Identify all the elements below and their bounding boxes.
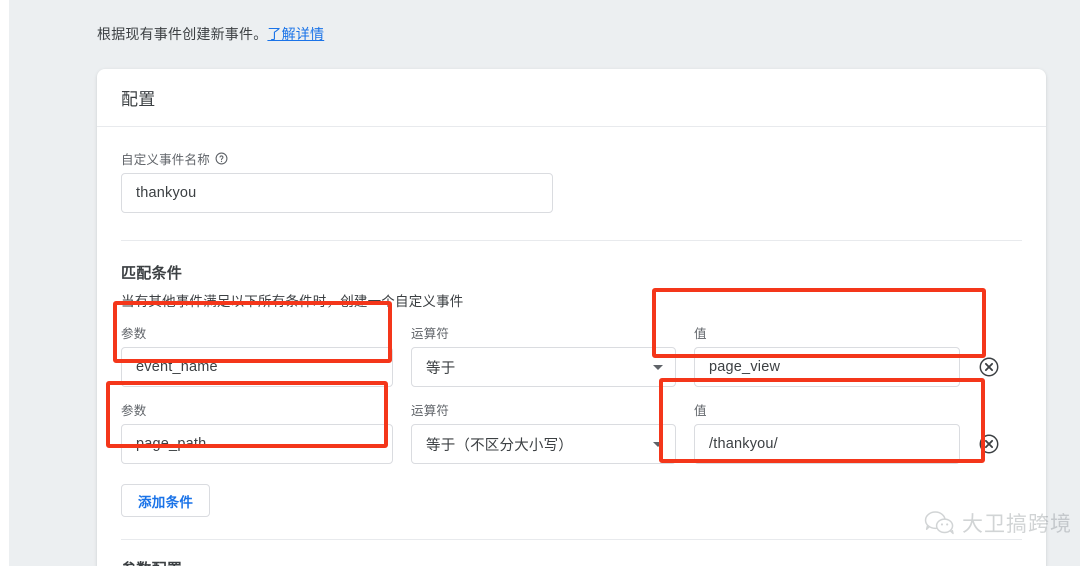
value-label: 值 <box>694 327 707 341</box>
section-divider <box>121 240 1022 241</box>
match-conditions-description: 当有其他事件满足以下所有条件时，创建一个自定义事件 <box>121 294 464 309</box>
parameter-input[interactable]: page_path <box>121 424 393 464</box>
parameter-label: 参数 <box>121 404 147 418</box>
operator-label: 运算符 <box>411 327 450 341</box>
card-body: 自定义事件名称 thankyou 匹配条件 当有其他事件满足以下所有条件时，创建… <box>97 127 1046 566</box>
condition-value-field: 值 page_view <box>694 323 960 387</box>
watermark-text: 大卫搞跨境 <box>962 512 1072 536</box>
operator-select[interactable]: 等于 <box>411 347 676 387</box>
watermark: 大卫搞跨境 <box>924 508 1072 538</box>
card-title: 配置 <box>121 90 156 109</box>
screenshot-root: 根据现有事件创建新事件。了解详情 配置 自定义事件名称 thankyou 匹配条… <box>0 0 1080 566</box>
condition-row: 参数 event_name 运算符 等于 值 page_view <box>121 323 1022 387</box>
operator-label: 运算符 <box>411 404 450 418</box>
help-circle-icon[interactable] <box>215 152 228 165</box>
remove-circle-icon[interactable] <box>978 433 1000 455</box>
card-header: 配置 <box>97 69 1046 127</box>
intro-description: 根据现有事件创建新事件。 <box>97 26 268 42</box>
condition-row: 参数 page_path 运算符 等于（不区分大小写） 值 /thankyou/ <box>121 400 1022 464</box>
intro-text: 根据现有事件创建新事件。了解详情 <box>97 24 324 44</box>
params-divider <box>121 539 1022 540</box>
condition-parameter-field: 参数 page_path <box>121 400 393 464</box>
match-conditions-title: 匹配条件 <box>121 265 183 282</box>
remove-circle-icon[interactable] <box>978 356 1000 378</box>
condition-value-field: 值 /thankyou/ <box>694 400 960 464</box>
chevron-down-icon <box>653 364 663 370</box>
configuration-card: 配置 自定义事件名称 thankyou 匹配条件 当有其他事件满足以下所有条件时… <box>97 69 1046 566</box>
parameter-input[interactable]: event_name <box>121 347 393 387</box>
custom-event-name-label-text: 自定义事件名称 <box>121 153 210 167</box>
custom-event-name-input[interactable]: thankyou <box>121 173 553 213</box>
parameter-configuration-title: 参数配置 <box>121 558 1022 566</box>
value-input[interactable]: /thankyou/ <box>694 424 960 464</box>
operator-select[interactable]: 等于（不区分大小写） <box>411 424 676 464</box>
custom-event-name-label: 自定义事件名称 <box>121 149 1022 168</box>
parameter-label: 参数 <box>121 327 147 341</box>
chevron-down-icon <box>653 441 663 447</box>
learn-more-link[interactable]: 了解详情 <box>267 26 324 42</box>
operator-select-value: 等于（不区分大小写） <box>426 437 573 454</box>
condition-parameter-field: 参数 event_name <box>121 323 393 387</box>
add-condition-button[interactable]: 添加条件 <box>121 484 211 517</box>
value-label: 值 <box>694 404 707 418</box>
operator-select-value: 等于 <box>426 360 456 377</box>
condition-operator-field: 运算符 等于（不区分大小写） <box>411 400 676 464</box>
condition-operator-field: 运算符 等于 <box>411 323 676 387</box>
wechat-icon <box>924 510 954 536</box>
value-input[interactable]: page_view <box>694 347 960 387</box>
